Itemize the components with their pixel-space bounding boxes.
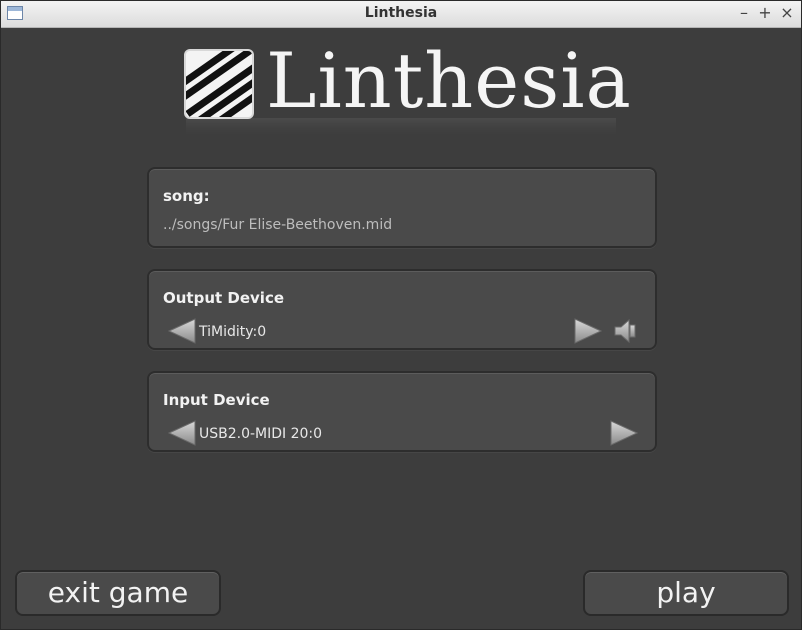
- title-bar: Linthesia – + ×: [1, 1, 801, 28]
- input-device-name: USB2.0-MIDI 20:0: [199, 426, 323, 442]
- window-title: Linthesia: [364, 5, 438, 21]
- app-window: Linthesia – + × Linthesia song: ../songs…: [0, 0, 802, 630]
- song-panel[interactable]: song: ../songs/Fur Elise-Beethoven.mid: [147, 167, 657, 248]
- maximize-button[interactable]: +: [755, 3, 775, 23]
- output-device-name: TiMidity:0: [199, 324, 267, 340]
- close-button[interactable]: ×: [777, 3, 797, 23]
- input-device-panel: Input Device USB2.0-MIDI 20:0: [147, 371, 657, 452]
- play-button[interactable]: play: [583, 570, 789, 616]
- input-next-arrow-icon[interactable]: [609, 419, 639, 447]
- piano-keys-icon: [186, 51, 252, 117]
- minimize-button[interactable]: –: [734, 3, 754, 23]
- speaker-icon[interactable]: [613, 318, 637, 344]
- exit-game-button[interactable]: exit game: [15, 570, 221, 616]
- output-device-heading: Output Device: [163, 289, 285, 307]
- input-device-heading: Input Device: [163, 391, 270, 409]
- input-previous-arrow-icon[interactable]: [167, 419, 197, 447]
- song-path: ../songs/Fur Elise-Beethoven.mid: [163, 217, 393, 233]
- output-device-panel: Output Device TiMidity:0: [147, 269, 657, 350]
- output-previous-arrow-icon[interactable]: [167, 317, 197, 345]
- app-logo: Linthesia: [186, 36, 631, 140]
- logo-text: Linthesia: [266, 36, 632, 125]
- song-heading: song:: [163, 187, 210, 205]
- logo-reflection: [186, 118, 616, 140]
- output-next-arrow-icon[interactable]: [573, 317, 603, 345]
